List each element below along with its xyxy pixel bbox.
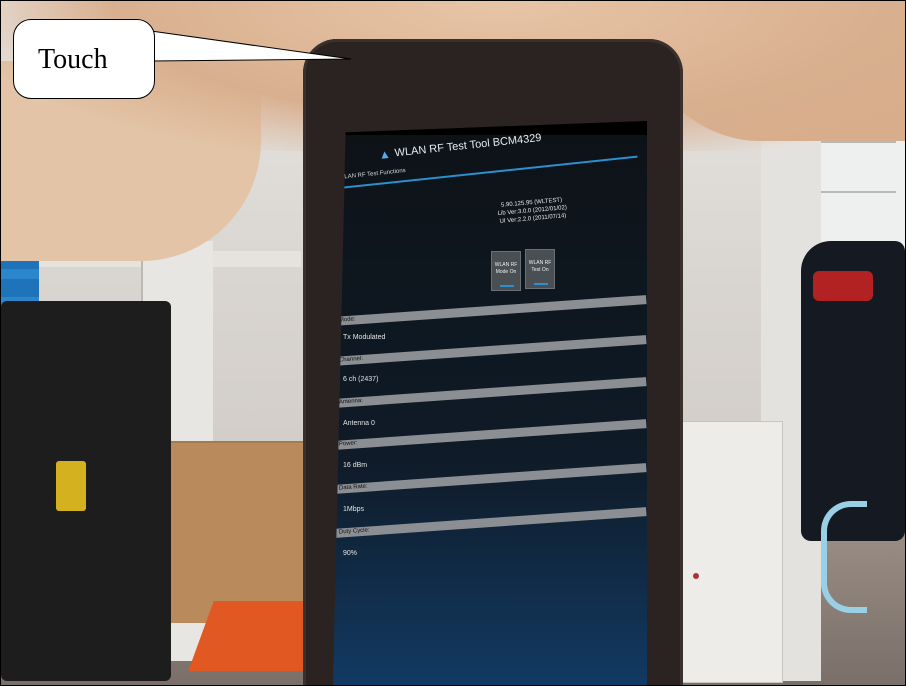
touch-callout: Touch bbox=[13, 19, 155, 99]
callout-pointer bbox=[150, 30, 352, 62]
photo-frame: ▲ WLAN RF Test Tool BCM4329 WLAN RF Test… bbox=[0, 0, 906, 686]
callout-label: Touch bbox=[38, 44, 108, 75]
